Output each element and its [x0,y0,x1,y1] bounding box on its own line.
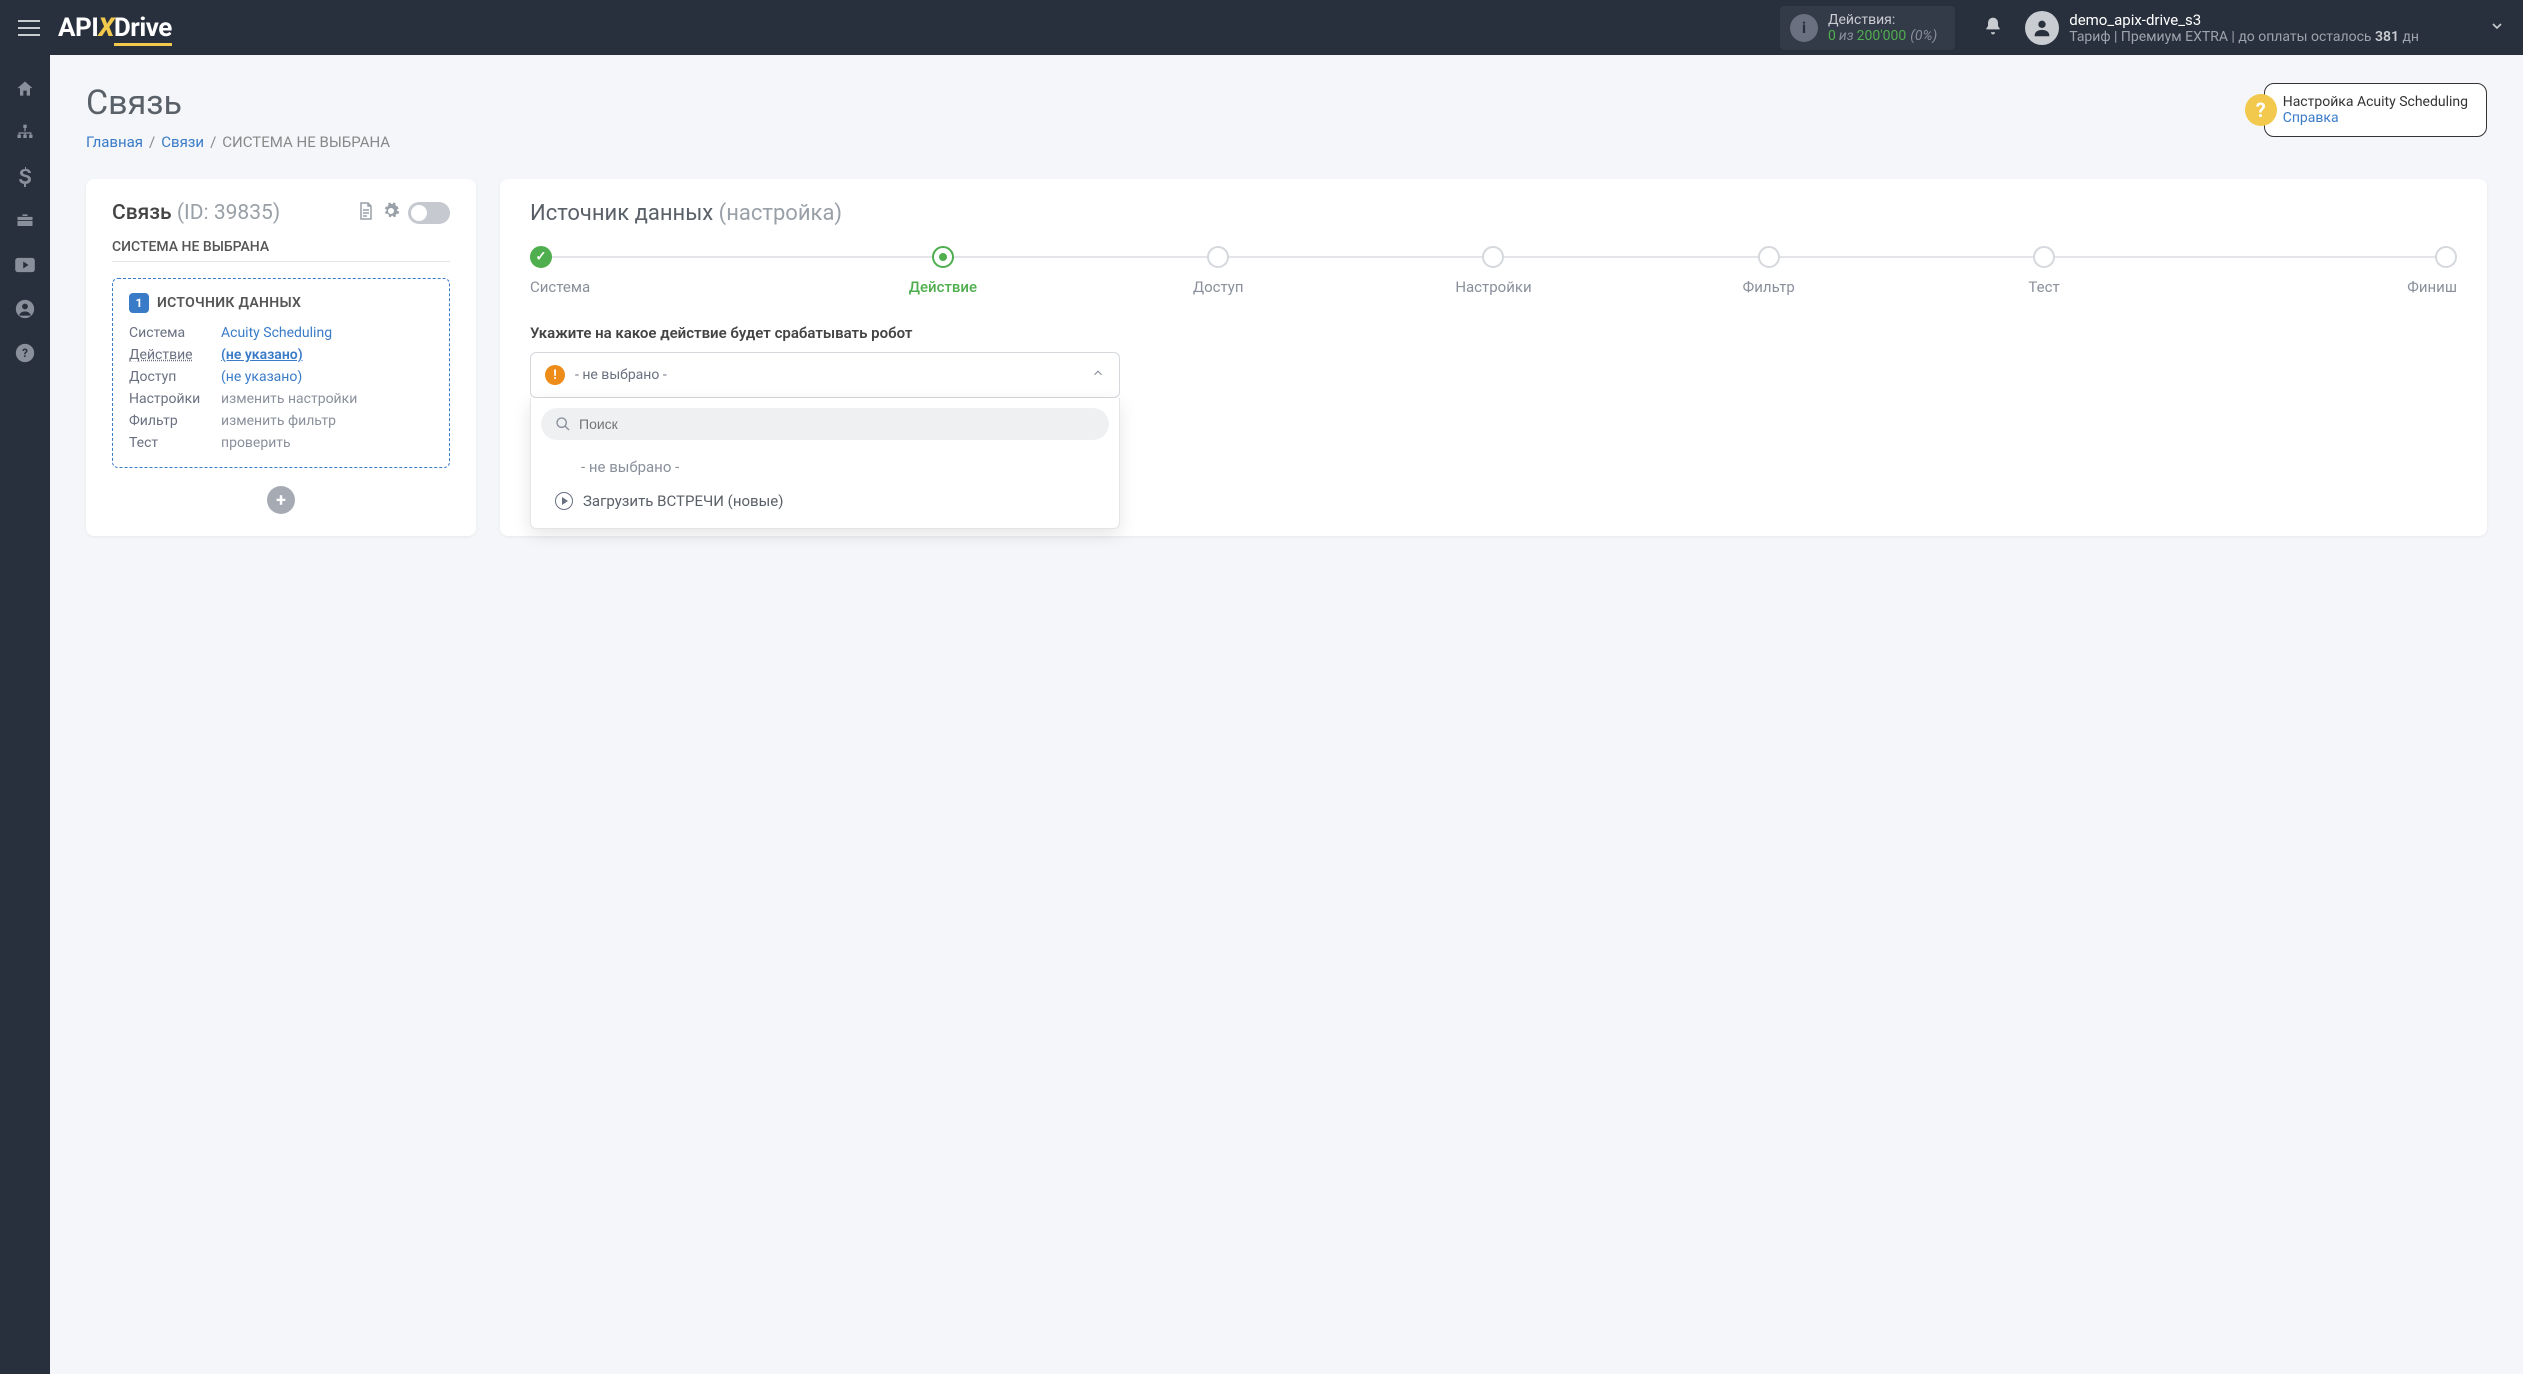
option-none[interactable]: - не выбрано - [541,450,1109,484]
sidebar-billing-icon[interactable] [0,155,50,199]
step-system[interactable]: Система [530,246,805,296]
step-test[interactable]: Тест [1906,246,2181,296]
connection-card: Связь (ID: 39835) СИСТЕМА НЕ ВЫБРАНА 1 И… [86,179,476,536]
help-title: Настройка Acuity Scheduling [2283,94,2468,110]
row-settings-value[interactable]: изменить настройки [221,391,433,407]
logo[interactable]: APIXDrive [58,13,172,43]
help-badge-icon: ? [2245,94,2277,126]
main-content: Связь Главная/Связи/СИСТЕМА НЕ ВЫБРАНА ?… [50,55,2523,1374]
sidebar: ? [0,55,50,1374]
row-test-label: Тест [129,435,221,451]
user-menu[interactable]: demo_apix-drive_s3 Тариф | Премиум EXTRA… [2025,11,2419,45]
logo-post: Drive [114,13,172,46]
sidebar-home-icon[interactable] [0,67,50,111]
row-access-value[interactable]: (не указано) [221,369,433,385]
chevron-down-icon[interactable] [2489,18,2505,38]
sidebar-briefcase-icon[interactable] [0,199,50,243]
help-panel: ? Настройка Acuity Scheduling Справка [2264,83,2487,137]
add-button[interactable]: + [267,486,295,514]
step-access[interactable]: Доступ [1081,246,1356,296]
row-settings-label: Настройки [129,391,221,407]
tariff-line: Тариф | Премиум EXTRA | до оплаты остало… [2069,29,2419,45]
enabled-toggle[interactable] [408,202,450,224]
warning-icon: ! [545,365,565,385]
row-action-label: Действие [129,347,221,363]
sidebar-help-icon[interactable]: ? [0,331,50,375]
config-card: Источник данных (настройка) Система Дейс… [500,179,2487,536]
row-system-value[interactable]: Acuity Scheduling [221,325,433,341]
search-input[interactable] [579,416,1095,432]
action-dropdown: - не выбрано - Загрузить ВСТРЕЧИ (новые) [530,398,1120,529]
chevron-up-icon [1091,366,1105,384]
stepper: Система Действие Доступ Настройки Фильтр… [530,246,2457,296]
doc-icon[interactable] [358,202,374,224]
actions-counter[interactable]: i Действия: 0из200'000(0%) [1780,6,1955,50]
select-value: - не выбрано - [575,367,1081,383]
row-action-value[interactable]: (не указано) [221,347,433,363]
menu-toggle[interactable] [18,20,40,36]
sidebar-video-icon[interactable] [0,243,50,287]
svg-text:?: ? [22,346,28,360]
actions-label: Действия: [1828,12,1937,28]
row-access-label: Доступ [129,369,221,385]
row-filter-value[interactable]: изменить фильтр [221,413,433,429]
row-test-value[interactable]: проверить [221,435,433,451]
breadcrumb-current: СИСТЕМА НЕ ВЫБРАНА [222,133,390,151]
info-icon: i [1790,14,1818,42]
step-settings[interactable]: Настройки [1356,246,1631,296]
actions-value: 0из200'000(0%) [1828,28,1937,44]
gear-icon[interactable] [382,202,400,224]
step-finish[interactable]: Финиш [2182,246,2457,296]
row-system-label: Система [129,325,221,341]
logo-pre: API [58,13,98,43]
block-title: ИСТОЧНИК ДАННЫХ [157,295,301,311]
dropdown-search[interactable] [541,408,1109,440]
connection-subtitle: СИСТЕМА НЕ ВЫБРАНА [112,239,450,255]
action-label: Укажите на какое действие будет срабатыв… [530,324,2457,342]
notifications-icon[interactable] [1983,16,2003,40]
help-link[interactable]: Справка [2283,110,2339,126]
search-icon [555,416,571,432]
config-title: Источник данных (настройка) [530,201,2457,226]
source-block: 1 ИСТОЧНИК ДАННЫХ Система Acuity Schedul… [112,278,450,468]
row-filter-label: Фильтр [129,413,221,429]
step-action[interactable]: Действие [805,246,1080,296]
page-title: Связь [86,83,390,123]
avatar-icon [2025,11,2059,45]
breadcrumb: Главная/Связи/СИСТЕМА НЕ ВЫБРАНА [86,133,390,151]
connection-title: Связь (ID: 39835) [112,201,280,225]
logo-x: X [98,13,114,43]
breadcrumb-links[interactable]: Связи [161,133,204,151]
play-icon [555,492,573,510]
option-load-meetings[interactable]: Загрузить ВСТРЕЧИ (новые) [541,484,1109,518]
topbar: APIXDrive i Действия: 0из200'000(0%) dem… [0,0,2523,55]
step-filter[interactable]: Фильтр [1631,246,1906,296]
action-select[interactable]: ! - не выбрано - [530,352,1120,398]
sidebar-connections-icon[interactable] [0,111,50,155]
sidebar-user-icon[interactable] [0,287,50,331]
username: demo_apix-drive_s3 [2069,11,2419,29]
breadcrumb-home[interactable]: Главная [86,133,143,151]
block-number: 1 [129,293,149,313]
